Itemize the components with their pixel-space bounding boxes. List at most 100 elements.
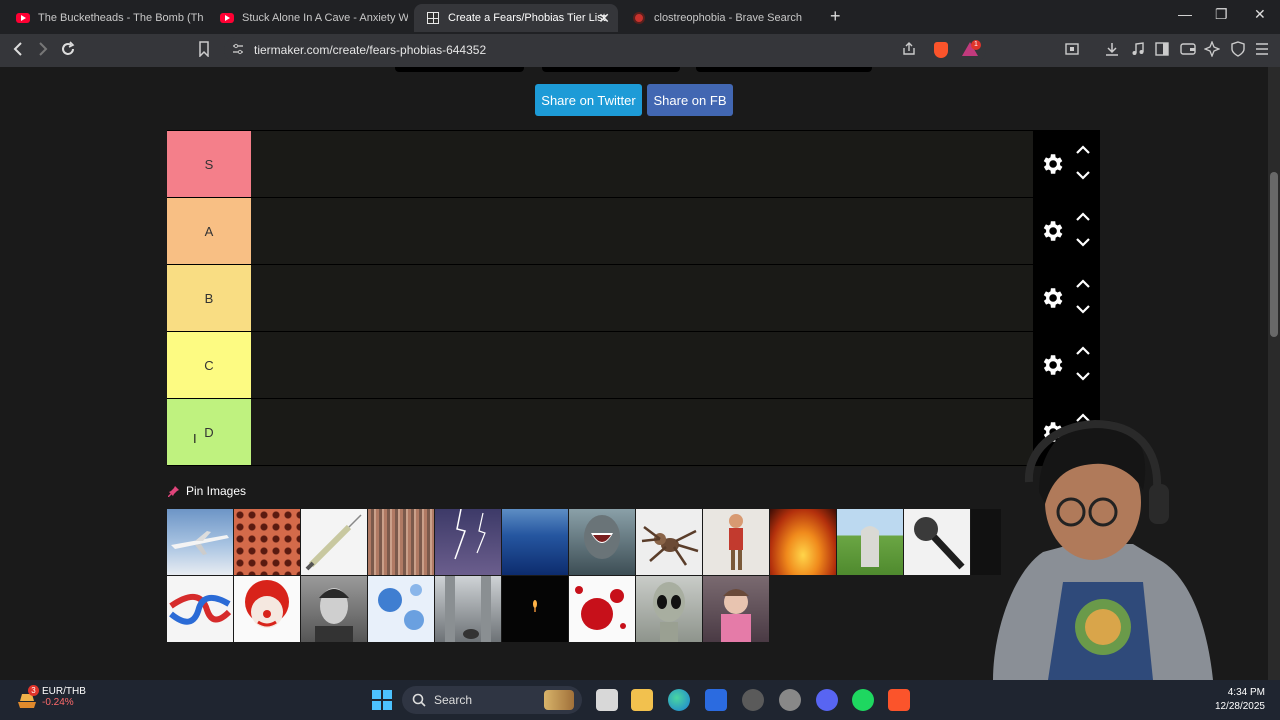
brave-shields-icon[interactable]	[934, 42, 948, 58]
file-explorer-icon[interactable]	[631, 689, 653, 711]
move-up-icon[interactable]	[1076, 144, 1090, 156]
tier-label-s[interactable]: S	[167, 131, 251, 197]
image-puppet[interactable]	[703, 509, 769, 575]
image-virus[interactable]	[368, 576, 434, 642]
share-fb-button[interactable]: Share on FB	[647, 84, 733, 116]
currency-ticker[interactable]: EUR/THB -0.24%	[42, 686, 86, 708]
tiermaker-icon	[426, 11, 440, 25]
clock-time: 4:34 PM	[1227, 687, 1265, 698]
task-view-icon[interactable]	[596, 689, 618, 711]
wallet-icon[interactable]	[1180, 41, 1196, 62]
image-fire[interactable]	[770, 509, 836, 575]
windows-start-icon[interactable]	[371, 689, 393, 711]
search-highlight-icon	[544, 690, 574, 710]
tier-label-b[interactable]: B	[167, 265, 251, 331]
tab-stuck-alone[interactable]: Stuck Alone In A Cave - Anxiety Warr	[208, 4, 408, 32]
image-screaming-girl[interactable]	[703, 576, 769, 642]
app-icon[interactable]	[742, 689, 764, 711]
gear-icon[interactable]	[1039, 218, 1065, 244]
system-clock[interactable]: 4:34 PM 12/28/2025	[1200, 686, 1265, 714]
tier-drop-zone[interactable]	[251, 131, 1033, 197]
image-lightning[interactable]	[435, 509, 501, 575]
edge-icon[interactable]	[668, 689, 690, 711]
bookmark-icon[interactable]	[198, 41, 210, 62]
pin-images-label: Pin Images	[186, 484, 247, 498]
tier-label-c[interactable]: C	[167, 332, 251, 398]
search-label: Search	[434, 693, 473, 707]
tier-controls	[1033, 332, 1100, 398]
brave-browser-icon[interactable]	[888, 689, 910, 711]
scrollbar-thumb[interactable]	[1270, 172, 1278, 337]
youtube-icon	[16, 11, 30, 25]
reload-icon[interactable]	[60, 41, 76, 62]
share-icon[interactable]	[902, 42, 916, 61]
tier-drop-zone[interactable]	[251, 198, 1033, 264]
leo-ai-icon[interactable]	[1203, 40, 1221, 62]
image-syringe[interactable]	[301, 509, 367, 575]
discord-icon[interactable]	[816, 689, 838, 711]
image-crowd[interactable]	[368, 509, 434, 575]
media-icon[interactable]	[1130, 41, 1146, 62]
move-up-icon[interactable]	[1076, 278, 1090, 290]
move-down-icon[interactable]	[1076, 370, 1090, 382]
screenshot-icon[interactable]	[1064, 41, 1080, 62]
restore-icon[interactable]: ❐	[1215, 6, 1228, 23]
rewards-badge: 1	[971, 40, 981, 50]
tab-title: Create a Fears/Phobias Tier List	[448, 12, 606, 24]
tier-drop-zone[interactable]	[251, 265, 1033, 331]
move-down-icon[interactable]	[1076, 303, 1090, 315]
move-down-icon[interactable]	[1076, 236, 1090, 248]
image-knot[interactable]	[167, 576, 233, 642]
address-bar[interactable]: tiermaker.com/create/fears-phobias-64435…	[224, 37, 986, 63]
image-shark[interactable]	[569, 509, 635, 575]
move-down-icon[interactable]	[1076, 169, 1090, 181]
download-icon[interactable]	[1104, 41, 1120, 62]
image-airplane[interactable]	[167, 509, 233, 575]
image-candle-in-dark[interactable]	[502, 576, 568, 642]
close-tab-icon[interactable]: ✕	[598, 10, 610, 27]
toolbar-button-stub[interactable]	[696, 67, 872, 72]
tier-label-d[interactable]: D	[167, 399, 251, 465]
gear-icon[interactable]	[1039, 352, 1065, 378]
new-tab-icon[interactable]: +	[830, 6, 841, 27]
url-text: tiermaker.com/create/fears-phobias-64435…	[254, 43, 487, 57]
share-twitter-button[interactable]: Share on Twitter	[535, 84, 642, 116]
tab-bucketheads[interactable]: The Bucketheads - The Bomb (These	[4, 4, 204, 32]
image-clown[interactable]	[234, 576, 300, 642]
move-up-icon[interactable]	[1076, 345, 1090, 357]
store-icon[interactable]	[705, 689, 727, 711]
image-lotus-seed-holes[interactable]	[234, 509, 300, 575]
gear-icon[interactable]	[1039, 151, 1065, 177]
move-up-icon[interactable]	[1076, 211, 1090, 223]
gear-icon[interactable]	[1039, 285, 1065, 311]
pin-images-toggle[interactable]: Pin Images	[168, 484, 246, 498]
image-spider[interactable]	[636, 509, 702, 575]
toolbar-button-stub[interactable]	[542, 67, 680, 72]
menu-icon[interactable]	[1254, 41, 1270, 62]
image-height-view[interactable]	[435, 576, 501, 642]
image-portrait[interactable]	[301, 576, 367, 642]
page-scrollbar[interactable]	[1268, 67, 1280, 680]
tier-label-a[interactable]: A	[167, 198, 251, 264]
tab-title: clostreophobia - Brave Search	[654, 12, 802, 24]
close-window-icon[interactable]: ✕	[1254, 6, 1266, 23]
back-icon[interactable]	[12, 41, 24, 62]
tab-brave-search[interactable]: clostreophobia - Brave Search	[620, 4, 820, 32]
vpn-icon[interactable]	[1230, 41, 1246, 62]
tab-tiermaker[interactable]: Create a Fears/Phobias Tier List ✕	[414, 4, 618, 32]
sidebar-icon[interactable]	[1154, 41, 1170, 62]
image-alien[interactable]	[636, 576, 702, 642]
webcam-overlay	[953, 412, 1223, 680]
minimize-icon[interactable]: —	[1178, 6, 1192, 22]
tier-drop-zone[interactable]	[251, 399, 1033, 465]
site-info-icon[interactable]	[232, 43, 244, 55]
spotify-icon[interactable]	[852, 689, 874, 711]
taskbar-search[interactable]: Search	[402, 686, 582, 714]
tier-drop-zone[interactable]	[251, 332, 1033, 398]
steam-icon[interactable]	[779, 689, 801, 711]
image-grave[interactable]	[837, 509, 903, 575]
forward-icon[interactable]	[37, 41, 49, 62]
image-blood[interactable]	[569, 576, 635, 642]
image-deep-ocean[interactable]	[502, 509, 568, 575]
toolbar-button-stub[interactable]	[395, 67, 524, 72]
